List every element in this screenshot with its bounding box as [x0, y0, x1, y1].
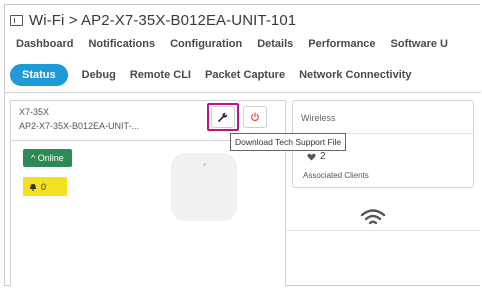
ap-status-panel: X7-35X AP2-X7-35X-B012EA-UNIT-... ^ Onli… [10, 100, 286, 286]
nav-performance[interactable]: Performance [308, 38, 375, 50]
clients-count: 2 [307, 151, 326, 162]
alarm-badge[interactable]: 0 [23, 177, 67, 196]
alarm-count: 0 [41, 181, 47, 192]
highlight-box [207, 103, 239, 131]
tab-remote-cli[interactable]: Remote CLI [130, 69, 191, 81]
heart-icon [307, 153, 316, 160]
ap-led [203, 163, 206, 166]
wifi-icon [360, 209, 386, 225]
tab-packet-capture[interactable]: Packet Capture [205, 69, 285, 81]
nav-dashboard[interactable]: Dashboard [16, 38, 73, 50]
online-status-badge: ^ Online [23, 149, 72, 167]
tab-network-connectivity[interactable]: Network Connectivity [299, 69, 411, 81]
nav-software[interactable]: Software U [391, 38, 448, 50]
tab-debug[interactable]: Debug [82, 69, 116, 81]
reboot-button[interactable] [243, 106, 267, 128]
clients-label: Associated Clients [303, 171, 369, 180]
panel-icon [10, 14, 23, 26]
title-bar: Wi-Fi > AP2-X7-35X-B012EA-UNIT-101 [10, 10, 296, 30]
power-icon [251, 112, 259, 122]
clients-count-value: 2 [320, 151, 326, 162]
nav-configuration[interactable]: Configuration [170, 38, 242, 50]
tab-divider [5, 92, 481, 93]
tab-status[interactable]: Status [10, 64, 68, 86]
chevron-up-icon: ^ [31, 153, 36, 163]
nav-notifications[interactable]: Notifications [88, 38, 155, 50]
status-label: Online [37, 153, 64, 163]
main-nav: Dashboard Notifications Configuration De… [16, 38, 448, 50]
ap-name: AP2-X7-35X-B012EA-UNIT-... [19, 121, 140, 131]
wireless-title: Wireless [301, 113, 336, 123]
sub-tabs: Status Debug Remote CLI Packet Capture N… [10, 64, 412, 86]
ap-model: X7-35X [19, 107, 50, 117]
tooltip: Download Tech Support File [230, 133, 347, 151]
page-title: Wi-Fi > AP2-X7-35X-B012EA-UNIT-101 [29, 11, 297, 29]
access-point-image [171, 153, 237, 221]
nav-details[interactable]: Details [257, 38, 293, 50]
bell-icon [30, 183, 36, 191]
bottom-divider [286, 230, 480, 231]
